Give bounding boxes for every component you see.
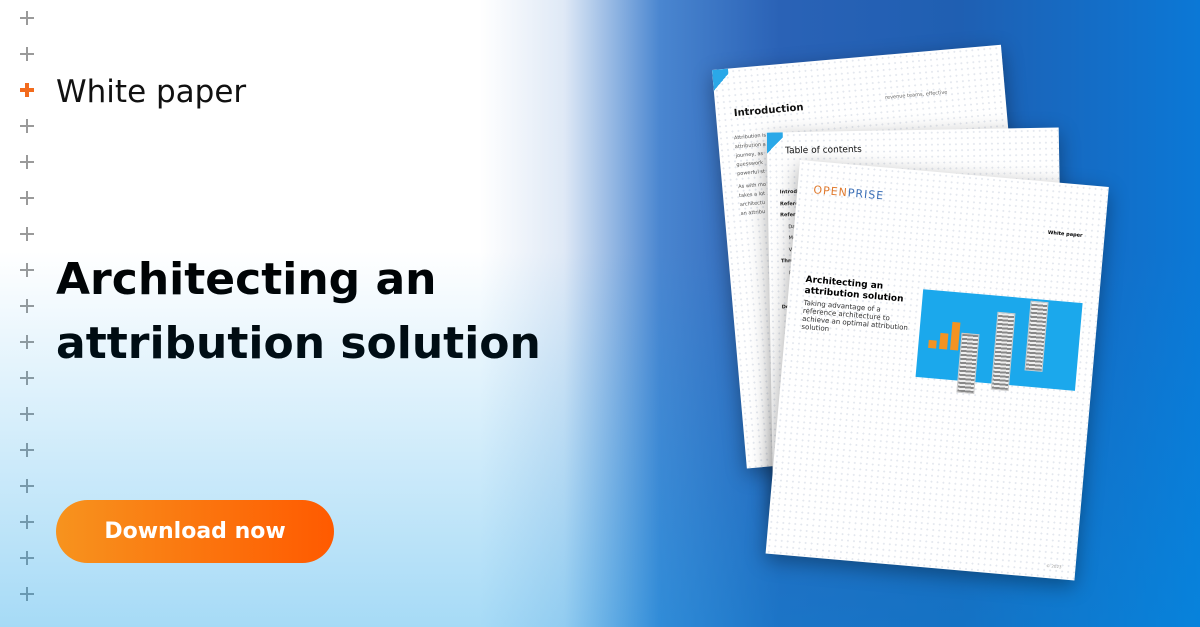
plus-icon (20, 587, 34, 601)
intro-fragment: revenue teams, effective (884, 89, 948, 102)
content-type-label: White paper (56, 74, 247, 110)
plus-icon (20, 11, 34, 25)
cover-label: White paper (1047, 229, 1083, 239)
intro-title: Introduction (733, 102, 804, 120)
banner: White paper Architecting an attribution … (0, 0, 1200, 627)
plus-icon (20, 191, 34, 205)
corner-accent (712, 68, 731, 96)
plus-icon (20, 47, 34, 61)
plus-icon (20, 335, 34, 349)
bar-icon (950, 321, 961, 351)
corner-accent (766, 132, 784, 159)
toc-title: Table of contents (784, 144, 862, 157)
plus-icon (20, 443, 34, 457)
plus-icon (20, 407, 34, 421)
plus-icon (20, 479, 34, 493)
plus-icon (20, 227, 34, 241)
plus-icon (20, 515, 34, 529)
server-tower-icon (956, 332, 980, 395)
server-tower-icon (1024, 300, 1049, 372)
bar-icon (939, 332, 949, 350)
headline: Architecting an attribution solution (56, 254, 541, 369)
plus-icon (20, 299, 34, 313)
cover-subtitle: Taking advantage of a reference architec… (801, 298, 909, 334)
plus-icon (20, 551, 34, 565)
download-now-button[interactable]: Download now (56, 500, 334, 563)
plus-icon (20, 155, 34, 169)
cover-page-mockup: OPENPRISE White paper Architecting an at… (765, 160, 1109, 581)
bar-icon (928, 339, 937, 349)
plus-icon (20, 119, 34, 133)
plus-icon (20, 371, 34, 385)
cover-footer: © 2023 (1045, 563, 1062, 570)
openprise-logo: OPENPRISE (812, 183, 885, 203)
cover-illustration (915, 289, 1083, 395)
server-tower-icon (990, 311, 1016, 392)
plus-icon (20, 263, 34, 277)
plus-icon-active (20, 83, 34, 97)
